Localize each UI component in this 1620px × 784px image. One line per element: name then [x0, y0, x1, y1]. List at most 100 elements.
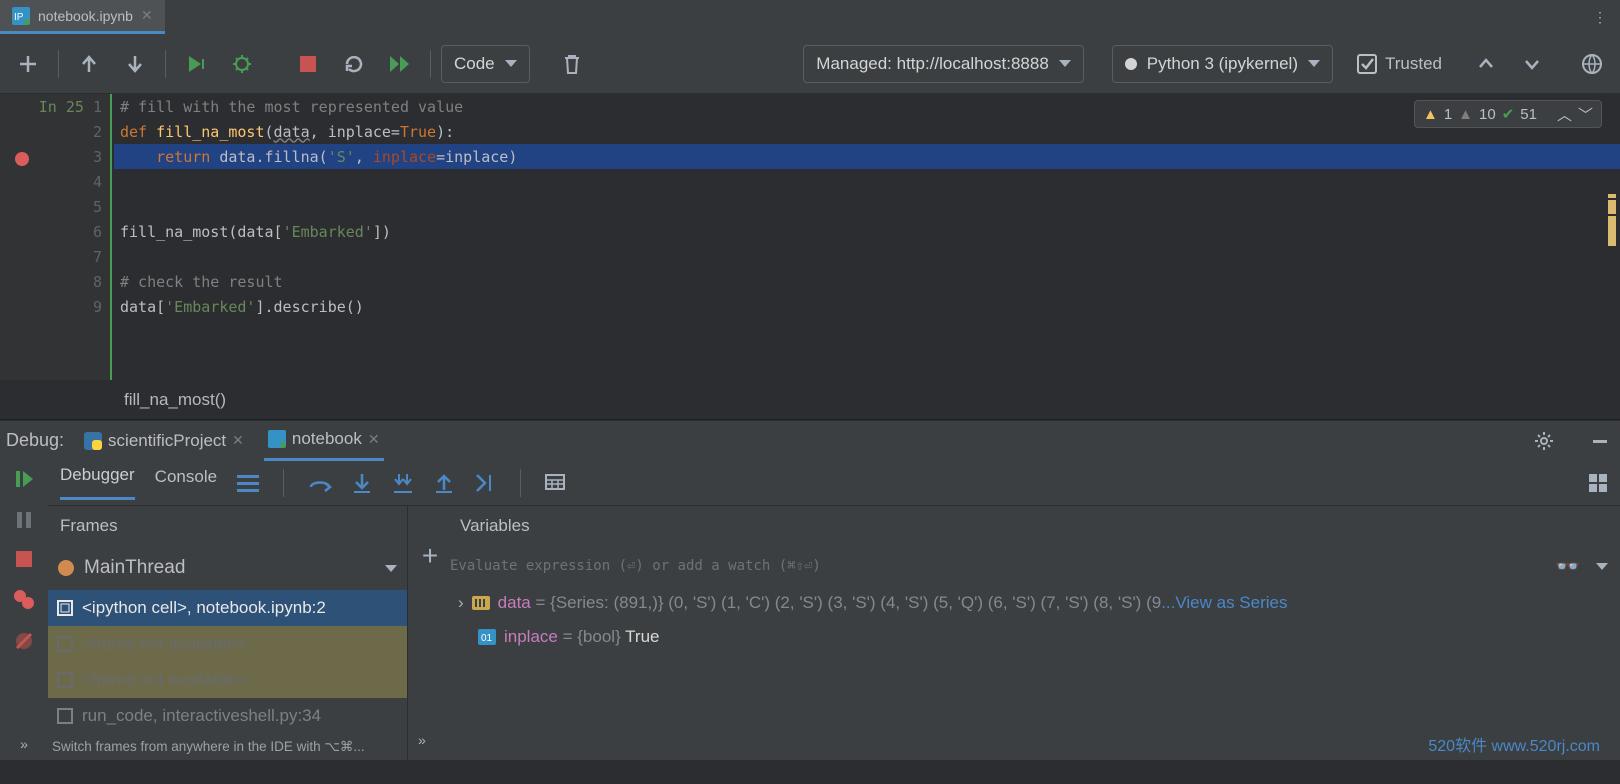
- stack-frame[interactable]: run_code, interactiveshell.py:34: [48, 698, 407, 734]
- code-line: def fill_na_most(data, inplace=True):: [114, 119, 1620, 144]
- next-cell-button[interactable]: [1512, 44, 1552, 84]
- bool-icon: 01: [478, 629, 496, 645]
- more-button[interactable]: »: [20, 736, 28, 752]
- step-over-button[interactable]: [308, 473, 332, 493]
- move-down-button[interactable]: [115, 44, 155, 84]
- kernel-dropdown[interactable]: Python 3 (ipykernel): [1112, 45, 1333, 83]
- delete-button[interactable]: [552, 44, 592, 84]
- more-icon[interactable]: ⋮: [1580, 0, 1620, 34]
- python-icon: [84, 432, 102, 450]
- chevron-down-icon: [385, 565, 397, 572]
- jupyter-icon: [268, 430, 286, 448]
- svg-text:IP: IP: [14, 12, 24, 23]
- resume-button[interactable]: [13, 468, 35, 490]
- variables-header: Variables: [448, 506, 1620, 546]
- variables-panel: + Variables Evaluate expression (⏎) or a…: [408, 506, 1620, 760]
- frames-panel: Frames MainThread <ipython cell>, notebo…: [48, 506, 408, 760]
- variable-row[interactable]: › data = {Series: (891,)} (0, 'S') (1, '…: [448, 586, 1620, 620]
- inspection-summary[interactable]: ▲1 ▲10 ✔51 ︿ ﹀: [1414, 100, 1602, 128]
- step-into-button[interactable]: [352, 472, 372, 494]
- evaluate-button[interactable]: [545, 474, 565, 492]
- code-line: # fill with the most represented value: [120, 98, 463, 116]
- stack-frame[interactable]: <frame not available>: [48, 626, 407, 662]
- stop-button[interactable]: [15, 550, 33, 568]
- browser-icon[interactable]: [1572, 44, 1612, 84]
- error-icon: ▲: [1423, 106, 1438, 123]
- kernel-status-icon: [1125, 58, 1137, 70]
- server-label: Managed: http://localhost:8888: [816, 54, 1049, 74]
- watch-input-row[interactable]: Evaluate expression (⏎) or add a watch (…: [448, 546, 1620, 586]
- code-line: # check the result: [120, 273, 283, 291]
- console-tab[interactable]: Console: [155, 467, 217, 499]
- code-line-current: return data.fillna('S', inplace=inplace): [114, 144, 1620, 169]
- frame-icon: [56, 635, 74, 653]
- divider: [283, 469, 284, 497]
- restart-button[interactable]: [334, 44, 374, 84]
- gear-icon[interactable]: [1524, 421, 1564, 461]
- debug-config-tab[interactable]: scientificProject ✕: [80, 421, 248, 461]
- mute-breakpoints-button[interactable]: [13, 630, 35, 652]
- prev-cell-button[interactable]: [1466, 44, 1506, 84]
- code-line: data['Embarked'].describe(): [114, 294, 1620, 319]
- run-cell-button[interactable]: [176, 44, 216, 84]
- frame-icon: [56, 599, 74, 617]
- frames-header: Frames: [48, 506, 407, 546]
- debug-config-tab-active[interactable]: notebook ✕: [264, 421, 384, 461]
- step-out-button[interactable]: [434, 472, 454, 494]
- move-up-button[interactable]: [69, 44, 109, 84]
- debug-controls: »: [0, 460, 48, 760]
- run-all-button[interactable]: [380, 44, 420, 84]
- output-text: fill_na_most(): [124, 390, 226, 410]
- breakpoint-icon[interactable]: [15, 152, 29, 166]
- frame-icon: [56, 707, 74, 725]
- editor-tabs-bar: IP notebook.ipynb ✕ ⋮: [0, 0, 1620, 34]
- chevron-down-icon[interactable]: [1596, 563, 1608, 570]
- trusted-toggle[interactable]: Trusted: [1357, 54, 1442, 74]
- divider: [165, 50, 166, 78]
- warning-icon: ▲: [1458, 106, 1473, 123]
- more-arrow-icon[interactable]: »: [418, 732, 426, 756]
- watermark: 520软件 www.520rj.com: [1428, 732, 1600, 756]
- breakpoints-button[interactable]: [13, 588, 35, 610]
- add-watch-button[interactable]: +: [412, 506, 448, 654]
- chevron-down-icon: [505, 60, 517, 67]
- file-tab[interactable]: IP notebook.ipynb ✕: [0, 0, 165, 34]
- svg-text:01: 01: [481, 633, 493, 644]
- debug-cell-button[interactable]: [222, 44, 262, 84]
- stack-frame[interactable]: <frame not available>: [48, 662, 407, 698]
- debug-panel: » Debugger Console Frames MainThread: [0, 460, 1620, 760]
- stack-frame[interactable]: <ipython cell>, notebook.ipynb:2: [48, 590, 407, 626]
- gutter: In 25 1 2 3 4 5 6 7 8 9: [0, 94, 110, 380]
- layout-button[interactable]: [1588, 473, 1608, 493]
- watch-input[interactable]: Evaluate expression (⏎) or add a watch (…: [450, 558, 1545, 574]
- code-area[interactable]: # fill with the most represented value d…: [110, 94, 1620, 380]
- code-editor[interactable]: In 25 1 2 3 4 5 6 7 8 9 # fill with the …: [0, 94, 1620, 380]
- thread-selector[interactable]: MainThread: [48, 546, 407, 590]
- server-dropdown[interactable]: Managed: http://localhost:8888: [803, 45, 1084, 83]
- threads-icon[interactable]: [237, 474, 259, 492]
- run-to-cursor-button[interactable]: [474, 472, 496, 494]
- close-icon[interactable]: ✕: [232, 432, 244, 449]
- divider: [58, 50, 59, 78]
- trusted-label: Trusted: [1385, 54, 1442, 74]
- glasses-icon[interactable]: 👓: [1555, 554, 1586, 579]
- add-cell-button[interactable]: [8, 44, 48, 84]
- output-area: fill_na_most(): [0, 380, 1620, 420]
- prev-highlight-icon[interactable]: ︿: [1557, 104, 1572, 125]
- series-icon: [472, 596, 490, 610]
- close-icon[interactable]: ✕: [141, 7, 153, 24]
- notebook-toolbar: Code Managed: http://localhost:8888 Pyth…: [0, 34, 1620, 94]
- stop-button[interactable]: [288, 44, 328, 84]
- pause-button[interactable]: [14, 510, 34, 530]
- jupyter-icon: IP: [12, 7, 30, 25]
- ok-icon: ✔: [1502, 105, 1515, 123]
- step-into-my-button[interactable]: [392, 472, 414, 494]
- minimize-icon[interactable]: [1580, 421, 1620, 461]
- cell-type-dropdown[interactable]: Code: [441, 45, 530, 83]
- status-tip: Switch frames from anywhere in the IDE w…: [48, 734, 407, 760]
- debugger-tab[interactable]: Debugger: [60, 465, 135, 500]
- close-icon[interactable]: ✕: [368, 431, 380, 448]
- variable-row[interactable]: 01 inplace = {bool} True: [448, 620, 1620, 654]
- next-highlight-icon[interactable]: ﹀: [1578, 104, 1593, 125]
- frame-icon: [56, 671, 74, 689]
